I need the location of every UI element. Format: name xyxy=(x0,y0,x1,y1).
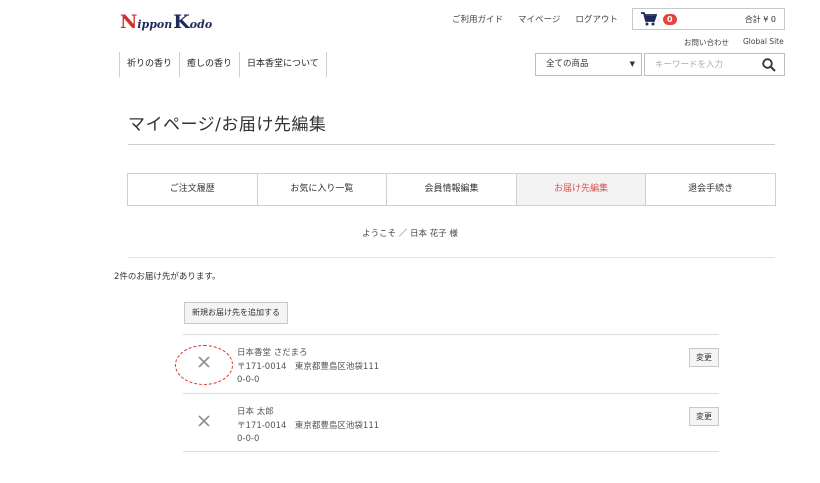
mypage-link[interactable]: マイページ xyxy=(518,13,560,25)
address-list: 日本香堂 さだまろ 〒171-0014 東京都豊島区池袋111 0-0-0 変更… xyxy=(175,334,719,452)
search-box xyxy=(644,53,785,76)
nav-item-healing-scent[interactable]: 癒しの香り xyxy=(179,52,239,77)
contact-link[interactable]: お問い合わせ xyxy=(684,37,729,48)
category-select[interactable]: 全ての商品 ▼ xyxy=(535,53,642,76)
cart-icon xyxy=(641,12,657,26)
guide-link[interactable]: ご利用ガイド xyxy=(452,13,503,25)
add-address-button[interactable]: 新規お届け先を追加する xyxy=(184,302,288,324)
tab-withdraw[interactable]: 退会手続き xyxy=(646,174,775,205)
welcome-message: ようこそ ／ 日本 花子 様 xyxy=(362,229,458,239)
logout-link[interactable]: ログアウト xyxy=(575,13,618,25)
tab-favorites[interactable]: お気に入り一覧 xyxy=(258,174,388,205)
category-select-value: 全ての商品 xyxy=(546,59,589,69)
address-name: 日本 太郎 xyxy=(237,407,274,417)
logo-text-ippon: ippon xyxy=(137,18,173,31)
address-name: 日本香堂 さだまろ xyxy=(237,348,308,358)
tab-delivery-address[interactable]: お届け先編集 xyxy=(516,174,647,205)
address-details: 日本香堂 さだまろ 〒171-0014 東京都豊島区池袋111 0-0-0 xyxy=(237,347,379,388)
logo-letter-k: K xyxy=(173,11,190,33)
title-divider xyxy=(128,144,775,145)
address-row: 日本香堂 さだまろ 〒171-0014 東京都豊島区池袋111 0-0-0 変更 xyxy=(175,334,719,393)
caret-down-icon: ▼ xyxy=(629,60,635,68)
cart-count-badge: 0 xyxy=(663,13,677,25)
main-nav: 祈りの香り 癒しの香り 日本香堂について xyxy=(119,52,327,77)
address-line3: 0-0-0 xyxy=(237,434,260,444)
nav-item-about[interactable]: 日本香堂について xyxy=(239,52,327,77)
change-address-button[interactable]: 変更 xyxy=(689,348,719,367)
welcome-divider xyxy=(128,257,775,258)
search-input[interactable] xyxy=(645,54,755,75)
address-count-text: 2件のお届け先があります。 xyxy=(114,272,221,282)
address-postal: 〒171-0014 東京都豊島区池袋111 xyxy=(237,420,380,431)
tab-order-history[interactable]: ご注文履歴 xyxy=(128,174,258,205)
delete-icon[interactable] xyxy=(197,355,211,369)
address-postal: 〒171-0014 東京都豊島区池袋111 xyxy=(237,361,380,372)
mypage-tabs: ご注文履歴 お気に入り一覧 会員情報編集 お届け先編集 退会手続き xyxy=(127,173,776,206)
address-row: 日本 太郎 〒171-0014 東京都豊島区池袋111 0-0-0 変更 xyxy=(183,393,719,452)
logo-letter-n: N xyxy=(120,11,138,33)
change-address-button[interactable]: 変更 xyxy=(689,407,719,426)
address-line3: 0-0-0 xyxy=(237,375,260,385)
header-links: ご利用ガイド マイページ ログアウト xyxy=(452,13,618,25)
cart-total: 合計 ¥ 0 xyxy=(744,14,776,24)
global-site-link[interactable]: Global Site xyxy=(743,37,784,48)
search-icon[interactable] xyxy=(762,58,776,72)
tab-member-info[interactable]: 会員情報編集 xyxy=(387,174,517,205)
page-title: マイページ/お届け先編集 xyxy=(128,115,327,135)
nav-item-prayer-scent[interactable]: 祈りの香り xyxy=(119,52,179,77)
logo-text-odo: odo xyxy=(189,18,213,31)
cart-box[interactable]: 0 合計 ¥ 0 xyxy=(632,8,785,30)
delete-icon[interactable] xyxy=(197,414,211,428)
sub-links: お問い合わせ Global Site xyxy=(684,37,784,48)
address-details: 日本 太郎 〒171-0014 東京都豊島区池袋111 0-0-0 xyxy=(237,406,379,447)
nippon-kodo-logo[interactable]: N ippon K odo xyxy=(120,10,213,32)
